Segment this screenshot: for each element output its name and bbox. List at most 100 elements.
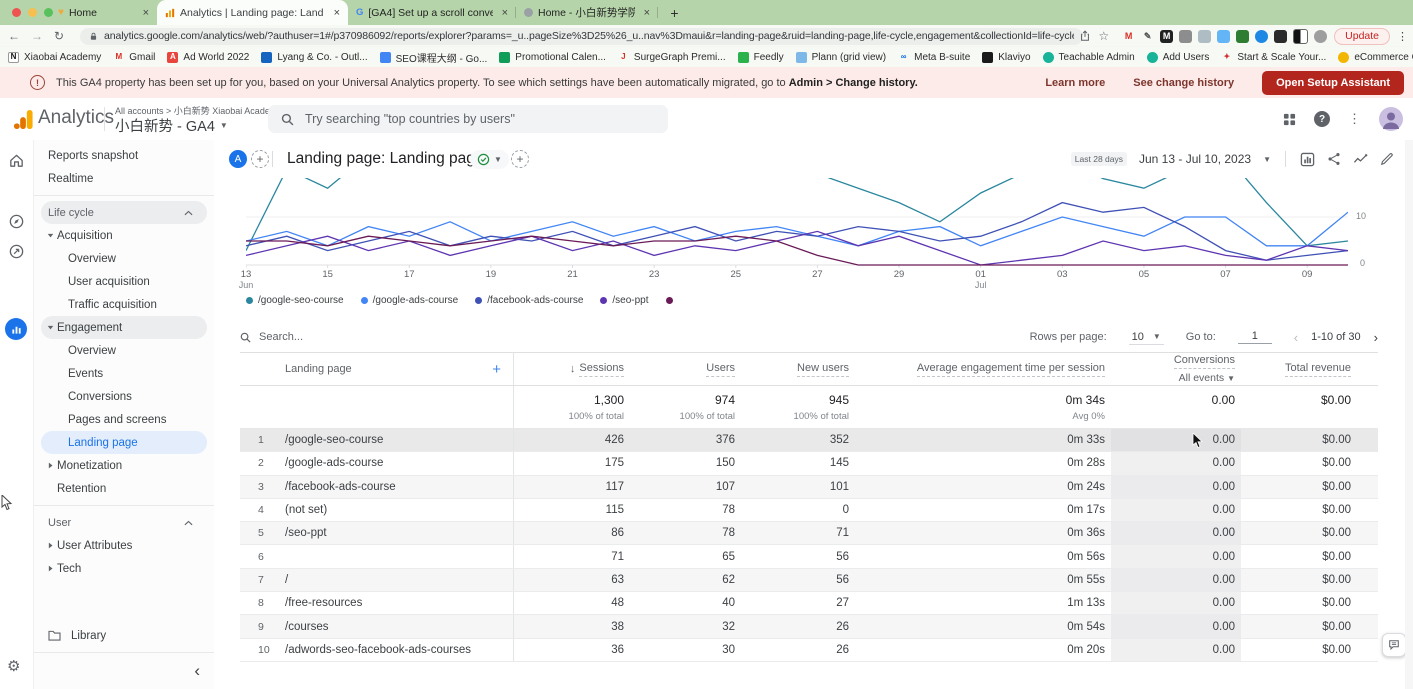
bookmark-item[interactable]: Plann (grid view) [796, 52, 886, 63]
settings-gear-icon[interactable]: ⚙ [7, 657, 20, 675]
go-to-page-input[interactable]: 1 [1238, 330, 1272, 344]
sidebar-item-realtime[interactable]: Realtime [41, 167, 207, 190]
sidebar-item-tech[interactable]: Tech [41, 557, 207, 580]
sidebar-item-pages-and-screens[interactable]: Pages and screens [41, 408, 207, 431]
sidebar-item-traffic-acquisition[interactable]: Traffic acquisition [41, 293, 207, 316]
table-row[interactable]: 7/6362560m 55s0.00$0.00 [240, 569, 1378, 592]
sidebar-item-overview[interactable]: Overview [41, 247, 207, 270]
table-row[interactable]: 4(not set)1157800m 17s0.00$0.00 [240, 499, 1378, 522]
legend-item[interactable]: /google-seo-course [246, 295, 344, 306]
share-page-icon[interactable] [1079, 30, 1091, 42]
bookmark-item[interactable]: Lyang & Co. - Outl... [261, 52, 367, 63]
close-tab-icon[interactable]: × [502, 7, 508, 19]
pin-extension-icon[interactable] [1274, 30, 1287, 43]
feedly-icon[interactable] [738, 52, 749, 63]
search-input[interactable]: Try searching "top countries by users" [268, 105, 668, 133]
col-header-landing-page[interactable]: Landing page+ [240, 353, 514, 385]
gmail-icon[interactable]: M [113, 52, 124, 63]
outlook-icon[interactable] [261, 52, 272, 63]
back-icon[interactable]: ← [8, 29, 20, 43]
next-page-icon[interactable]: › [1374, 330, 1378, 345]
share-report-icon[interactable] [1327, 152, 1341, 166]
table-row[interactable]: 2/google-ads-course1751501450m 28s0.00$0… [240, 452, 1378, 475]
edit-report-icon[interactable] [1380, 152, 1394, 166]
previous-page-icon[interactable]: ‹ [1294, 330, 1298, 345]
add-dimension-icon[interactable]: + [492, 361, 501, 378]
bookmark-item[interactable]: SEO课程大纲 - Go... [380, 50, 488, 65]
sidebar-item-engagement[interactable]: Engagement [41, 316, 207, 339]
screenshot-extension-icon[interactable] [1236, 30, 1249, 43]
explore-icon[interactable] [8, 213, 25, 230]
rows-per-page-select[interactable]: 10▼ [1129, 330, 1164, 345]
collapse-sidebar-icon[interactable]: ‹ [194, 661, 200, 681]
sidebar-item-conversions[interactable]: Conversions [41, 385, 207, 408]
sidebar-item-monetization[interactable]: Monetization [41, 454, 207, 477]
bookmark-item[interactable]: JSurgeGraph Premi... [618, 52, 726, 63]
sidebar-item-user-attributes[interactable]: User Attributes [41, 534, 207, 557]
start-scale-icon[interactable]: ✦ [1221, 52, 1232, 63]
plann-icon[interactable] [796, 52, 807, 63]
help-icon[interactable]: ? [1314, 111, 1330, 127]
google-sheets-icon[interactable] [499, 52, 510, 63]
table-row[interactable]: 67165560m 56s0.00$0.00 [240, 545, 1378, 568]
forward-icon[interactable]: → [31, 29, 43, 43]
bookmark-item[interactable]: Promotional Calen... [499, 52, 606, 63]
segment-chip-a[interactable]: A [229, 150, 247, 168]
notion-icon[interactable]: N [8, 52, 19, 63]
browser-tab[interactable]: Analytics | Landing page: Land× [157, 0, 348, 25]
sidebar-item-life-cycle[interactable]: Life cycle [41, 201, 207, 224]
notes-extension-icon[interactable] [1198, 30, 1211, 43]
surgegraph-icon[interactable]: J [618, 52, 629, 63]
bookmark-item[interactable]: Teachable Admin [1043, 52, 1135, 63]
see-change-history-link[interactable]: See change history [1133, 77, 1234, 89]
feedback-button[interactable] [1382, 633, 1406, 657]
browser-tab[interactable]: G[GA4] Set up a scroll conversi× [348, 0, 516, 25]
table-search-input[interactable]: Search... [240, 331, 303, 343]
advertising-icon[interactable] [8, 243, 25, 260]
col-header-new-users[interactable]: New users [741, 353, 855, 385]
legend-item[interactable]: /seo-ppt [600, 295, 648, 306]
bookmark-item[interactable]: ∞Meta B-suite [898, 52, 970, 63]
wallet-extension-icon[interactable] [1217, 30, 1230, 43]
col-header-sessions[interactable]: ↓Sessions [514, 353, 630, 385]
pen-extension-icon[interactable]: ✎ [1141, 30, 1154, 43]
sidebar-item-reports-snapshot[interactable]: Reports snapshot [41, 144, 207, 167]
sidebar-item-landing-page[interactable]: Landing page [41, 431, 207, 454]
sidebar-item-events[interactable]: Events [41, 362, 207, 385]
legend-item[interactable]: /google-ads-course [361, 295, 459, 306]
table-row[interactable]: 9/courses3832260m 54s0.00$0.00 [240, 615, 1378, 638]
table-row[interactable]: 3/facebook-ads-course1171071010m 24s0.00… [240, 476, 1378, 499]
colorzilla-extension-icon[interactable] [1255, 30, 1268, 43]
browser-tab[interactable]: ♥Home× [50, 0, 157, 25]
legend-item[interactable] [666, 297, 678, 304]
table-row[interactable]: 5/seo-ppt8678710m 36s0.00$0.00 [240, 522, 1378, 545]
bookmark-star-icon[interactable]: ☆ [1098, 29, 1109, 43]
camera-extension-icon[interactable] [1179, 30, 1192, 43]
teachable-icon[interactable] [1043, 52, 1054, 63]
markdown-extension-icon[interactable]: M [1160, 30, 1173, 43]
add-users-icon[interactable] [1147, 52, 1158, 63]
chrome-update-button[interactable]: Update [1334, 28, 1390, 45]
browser-tab[interactable]: Home - 小白新势学院× [516, 0, 658, 25]
table-row[interactable]: 1/google-seo-course4263763520m 33s0.00$0… [240, 429, 1378, 452]
analytics-logo-icon[interactable] [13, 109, 34, 130]
col-header-conversions[interactable]: ConversionsAll events ▼ [1111, 353, 1241, 385]
more-options-icon[interactable]: ⋮ [1348, 111, 1361, 127]
legend-item[interactable]: /facebook-ads-course [475, 295, 583, 306]
customize-report-icon[interactable] [1300, 152, 1315, 167]
bookmark-item[interactable]: Add Users [1147, 52, 1210, 63]
home-icon[interactable] [8, 152, 25, 169]
sidebar-item-retention[interactable]: Retention [41, 477, 207, 500]
new-tab-button[interactable]: + [666, 4, 683, 21]
apps-grid-icon[interactable] [1283, 113, 1296, 126]
browser-menu-icon[interactable]: ⋮ [1397, 30, 1408, 43]
bookmark-item[interactable]: eCommerce Case... [1338, 52, 1413, 63]
table-row[interactable]: 10/adwords-seo-facebook-ads-courses36302… [240, 639, 1378, 662]
bookmark-item[interactable]: MGmail [113, 52, 155, 63]
address-bar[interactable]: analytics.google.com/analytics/web/?auth… [80, 28, 1083, 45]
bookmark-item[interactable]: ✦Start & Scale Your... [1221, 52, 1326, 63]
report-status-pill[interactable]: ▼ [470, 150, 509, 169]
bookmark-item[interactable]: AAd World 2022 [167, 52, 249, 63]
col-header-total-revenue[interactable]: Total revenue [1241, 353, 1378, 385]
add-comparison-icon[interactable]: + [251, 150, 269, 168]
